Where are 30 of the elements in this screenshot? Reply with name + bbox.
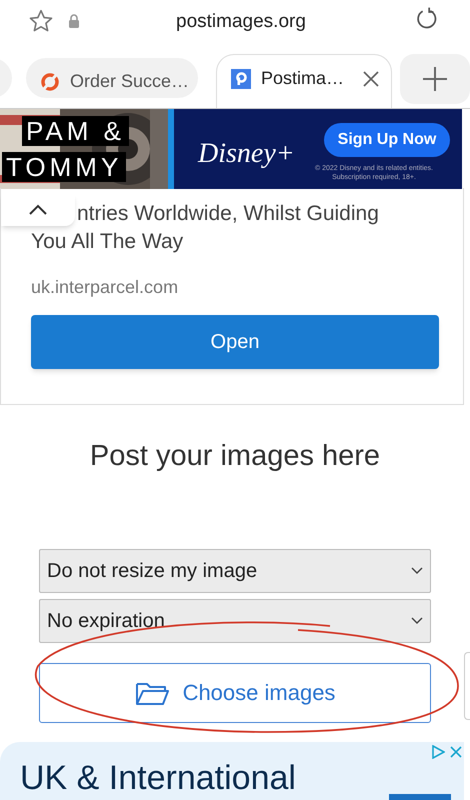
chevron-down-icon bbox=[411, 566, 423, 574]
open-button[interactable]: Open bbox=[31, 315, 439, 369]
select-field[interactable]: No expiration bbox=[39, 598, 431, 642]
tab[interactable]: Postima… bbox=[216, 54, 392, 108]
bottom-ad[interactable]: UK & International bbox=[0, 742, 464, 800]
page-heading: Post your images here bbox=[88, 439, 382, 474]
close-icon[interactable] bbox=[362, 70, 380, 88]
ad-headline: UK & International bbox=[20, 758, 296, 798]
ad-title: PAM & bbox=[22, 116, 129, 146]
adchoices-icon[interactable] bbox=[431, 745, 445, 759]
lock-icon bbox=[68, 13, 80, 29]
star-icon[interactable] bbox=[28, 8, 54, 34]
ad-title: TOMMY bbox=[2, 152, 126, 182]
collapse-button[interactable] bbox=[1, 194, 75, 226]
close-icon[interactable] bbox=[450, 746, 462, 758]
plus-icon bbox=[422, 66, 448, 92]
url-text[interactable]: postimages.org bbox=[176, 8, 306, 36]
choose-images-button[interactable]: Choose images bbox=[39, 662, 431, 722]
new-tab-button[interactable] bbox=[400, 54, 470, 104]
ad-domain: uk.interparcel.com bbox=[31, 276, 180, 299]
ad-text: You All The Way bbox=[31, 229, 184, 255]
ring-logo-icon bbox=[40, 72, 60, 92]
chevron-down-icon bbox=[411, 616, 423, 624]
tab[interactable]: Order Succe… bbox=[26, 58, 198, 98]
ad-text: ntries Worldwide, Whilst Guiding bbox=[77, 201, 380, 227]
brand-logo: Disney+ bbox=[198, 137, 295, 171]
chevron-up-icon bbox=[28, 204, 48, 216]
p-logo-icon bbox=[231, 68, 251, 88]
sign-up-button[interactable]: Sign Up Now bbox=[324, 123, 450, 157]
select-field[interactable]: Do not resize my image bbox=[39, 548, 431, 592]
